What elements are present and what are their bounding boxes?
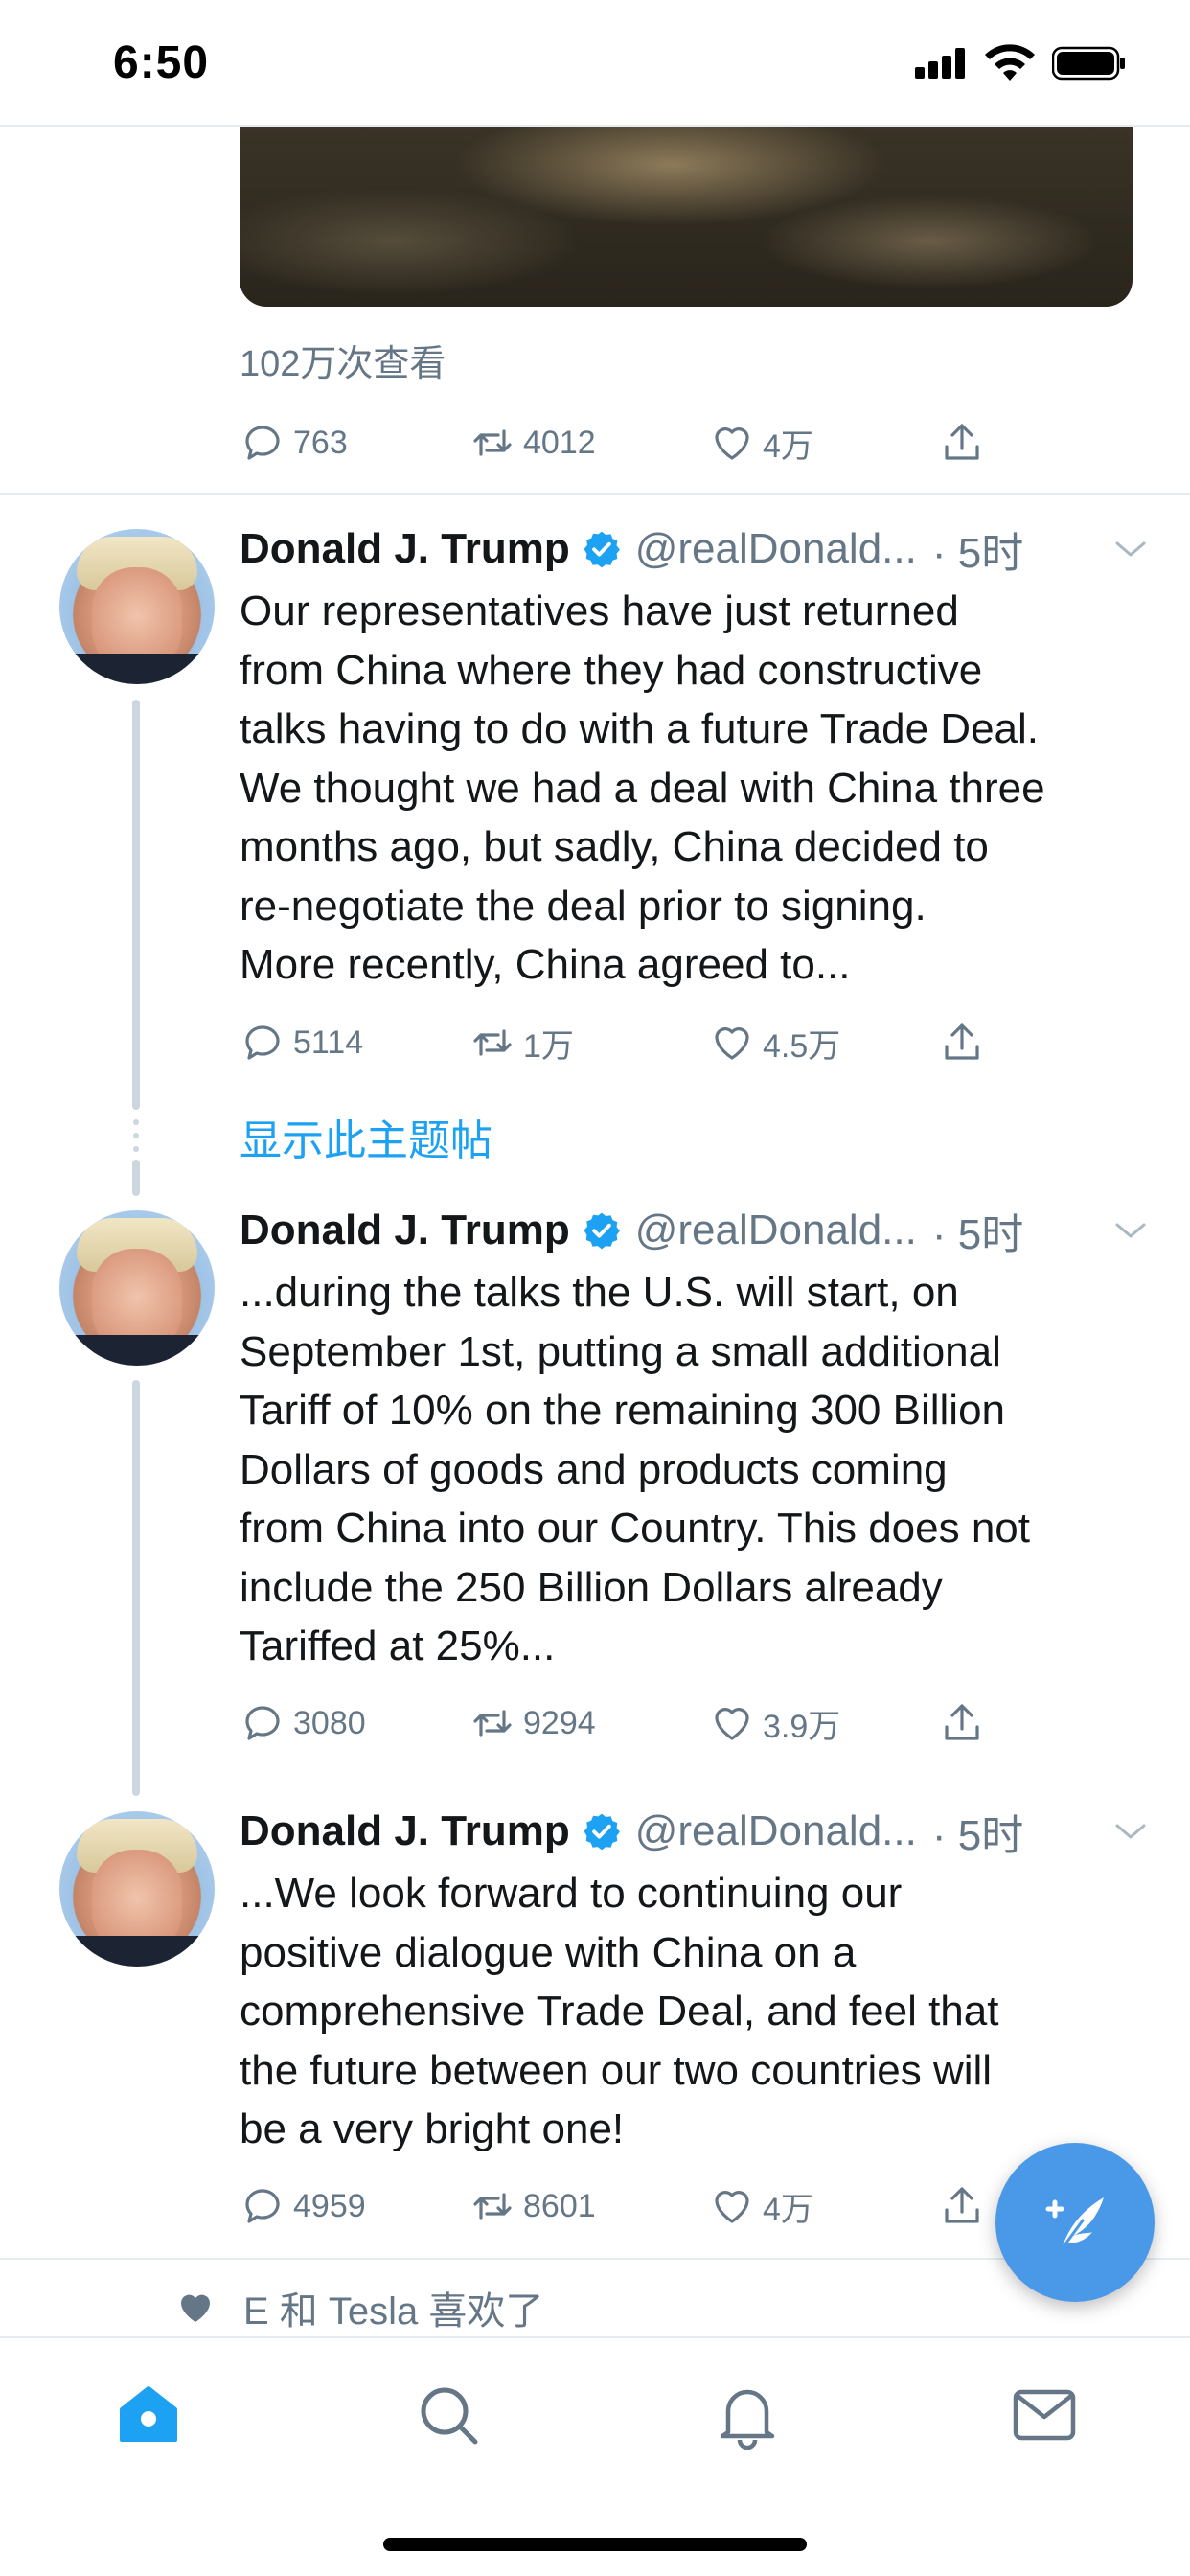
tweet-header: Donald J. Trump @realDonald... · 5时 bbox=[240, 1204, 1150, 1258]
tweet-time: · 5时 bbox=[931, 1211, 1024, 1258]
author-handle[interactable]: @realDonald... bbox=[635, 1207, 917, 1254]
tab-home[interactable] bbox=[110, 2377, 187, 2453]
tweet-text[interactable]: Our representatives have just returned f… bbox=[240, 582, 1140, 995]
tweet-header: Donald J. Trump @realDonald... · 5时 bbox=[240, 1805, 1150, 1859]
reply-icon bbox=[245, 1025, 280, 1060]
retweet-icon bbox=[473, 2193, 512, 2220]
tab-messages[interactable] bbox=[1006, 2377, 1083, 2453]
tab-notifications[interactable] bbox=[709, 2377, 786, 2453]
home-icon bbox=[120, 2386, 177, 2442]
like-button[interactable]: 4万 bbox=[709, 2177, 813, 2235]
like-count: 4万 bbox=[763, 2191, 813, 2228]
retweet-button[interactable]: 8601 bbox=[469, 2177, 596, 2235]
heart-filled-icon bbox=[181, 2294, 210, 2322]
tweet-actions: 4959 8601 4万 bbox=[240, 2177, 1006, 2235]
heart-icon bbox=[715, 427, 749, 460]
messages-icon bbox=[1013, 2389, 1076, 2441]
notifications-icon bbox=[720, 2389, 775, 2450]
show-thread-link[interactable]: 显示此主题帖 bbox=[240, 1106, 492, 1167]
cellular-signal-icon bbox=[915, 48, 965, 79]
battery-icon bbox=[1052, 46, 1125, 80]
retweet-button[interactable]: 1万 bbox=[469, 1014, 574, 1071]
retweet-count: 1万 bbox=[523, 1027, 574, 1065]
status-bar: 6:50 bbox=[0, 0, 1190, 126]
tweet-text[interactable]: ...We look forward to continuing our pos… bbox=[240, 1864, 1140, 2159]
verified-badge-icon bbox=[584, 1813, 620, 1851]
reply-count: 3080 bbox=[293, 1704, 366, 1741]
share-icon bbox=[945, 424, 979, 460]
share-button[interactable] bbox=[939, 1694, 993, 1752]
status-time: 6:50 bbox=[113, 37, 210, 88]
chevron-down-icon[interactable] bbox=[1111, 1215, 1150, 1246]
retweet-icon bbox=[473, 429, 512, 456]
chevron-down-icon[interactable] bbox=[1111, 1816, 1150, 1847]
thread-line bbox=[132, 1160, 140, 1196]
author-name[interactable]: Donald J. Trump bbox=[240, 1207, 570, 1254]
like-count: 4.5万 bbox=[763, 1027, 841, 1065]
author-name[interactable]: Donald J. Trump bbox=[240, 1807, 570, 1855]
author-name[interactable]: Donald J. Trump bbox=[240, 525, 570, 573]
thread-line bbox=[132, 700, 140, 1110]
chevron-down-icon[interactable] bbox=[1111, 534, 1150, 564]
retweet-count: 9294 bbox=[523, 1704, 596, 1741]
reply-icon bbox=[245, 2189, 280, 2223]
search-icon bbox=[421, 2387, 478, 2445]
thread-line bbox=[132, 1380, 140, 1796]
share-button[interactable] bbox=[939, 1014, 993, 1071]
share-button[interactable] bbox=[939, 414, 993, 472]
share-icon bbox=[945, 2187, 979, 2223]
compose-feather-icon bbox=[1045, 2197, 1104, 2251]
like-button[interactable]: 4.5万 bbox=[709, 1014, 840, 1071]
heart-icon bbox=[715, 1027, 749, 1060]
reply-count: 4959 bbox=[293, 2187, 366, 2224]
tweet-media-image[interactable] bbox=[240, 126, 1133, 307]
retweet-button[interactable]: 4012 bbox=[469, 414, 596, 472]
like-button[interactable]: 3.9万 bbox=[709, 1694, 840, 1752]
tweet-actions: 3080 9294 3.9万 bbox=[240, 1694, 1006, 1752]
reply-button[interactable]: 4959 bbox=[240, 2177, 366, 2235]
like-count: 4万 bbox=[763, 427, 813, 465]
tweet-time: · 5时 bbox=[931, 530, 1024, 577]
retweet-icon bbox=[473, 1710, 512, 1736]
tweet-text[interactable]: ...during the talks the U.S. will start,… bbox=[240, 1263, 1140, 1676]
retweet-count: 4012 bbox=[523, 424, 596, 461]
reply-button[interactable]: 3080 bbox=[240, 1694, 366, 1752]
avatar[interactable] bbox=[59, 529, 215, 684]
liked-by-text: E 和 Tesla 喜欢了 bbox=[243, 2290, 544, 2333]
tab-search[interactable] bbox=[410, 2377, 487, 2453]
retweet-button[interactable]: 9294 bbox=[469, 1694, 596, 1752]
wifi-icon bbox=[985, 44, 1035, 80]
tweet-actions: 5114 1万 4.5万 bbox=[240, 1014, 1006, 1071]
reply-button[interactable]: 763 bbox=[240, 414, 348, 472]
verified-badge-icon bbox=[584, 1212, 620, 1250]
author-handle[interactable]: @realDonald... bbox=[635, 1807, 917, 1855]
tweet-header: Donald J. Trump @realDonald... · 5时 bbox=[240, 522, 1150, 577]
heart-icon bbox=[715, 2191, 749, 2223]
share-icon bbox=[945, 1704, 979, 1740]
tweet-time: · 5时 bbox=[931, 1812, 1024, 1859]
heart-icon bbox=[715, 1708, 749, 1740]
retweet-icon bbox=[473, 1029, 512, 1056]
retweet-count: 8601 bbox=[523, 2187, 596, 2224]
avatar[interactable] bbox=[59, 1210, 215, 1366]
social-context-row: E 和 Tesla 喜欢了 bbox=[176, 2279, 543, 2336]
thread-dots bbox=[133, 1119, 139, 1160]
like-button[interactable]: 4万 bbox=[709, 414, 813, 472]
reply-count: 5114 bbox=[293, 1024, 364, 1061]
tweet-actions: 763 4012 4万 bbox=[240, 414, 1006, 472]
author-handle[interactable]: @realDonald... bbox=[635, 525, 917, 573]
avatar[interactable] bbox=[59, 1811, 215, 1966]
share-icon bbox=[945, 1024, 979, 1060]
like-count: 3.9万 bbox=[763, 1708, 841, 1745]
reply-button[interactable]: 5114 bbox=[240, 1014, 363, 1071]
reply-count: 763 bbox=[293, 424, 348, 461]
verified-badge-icon bbox=[584, 531, 620, 568]
reply-icon bbox=[245, 1706, 280, 1740]
compose-tweet-button[interactable] bbox=[995, 2143, 1155, 2302]
home-indicator[interactable] bbox=[383, 2538, 807, 2551]
share-button[interactable] bbox=[939, 2177, 993, 2235]
divider bbox=[0, 493, 1190, 494]
view-count: 102万次查看 bbox=[240, 344, 446, 384]
reply-icon bbox=[245, 426, 280, 460]
